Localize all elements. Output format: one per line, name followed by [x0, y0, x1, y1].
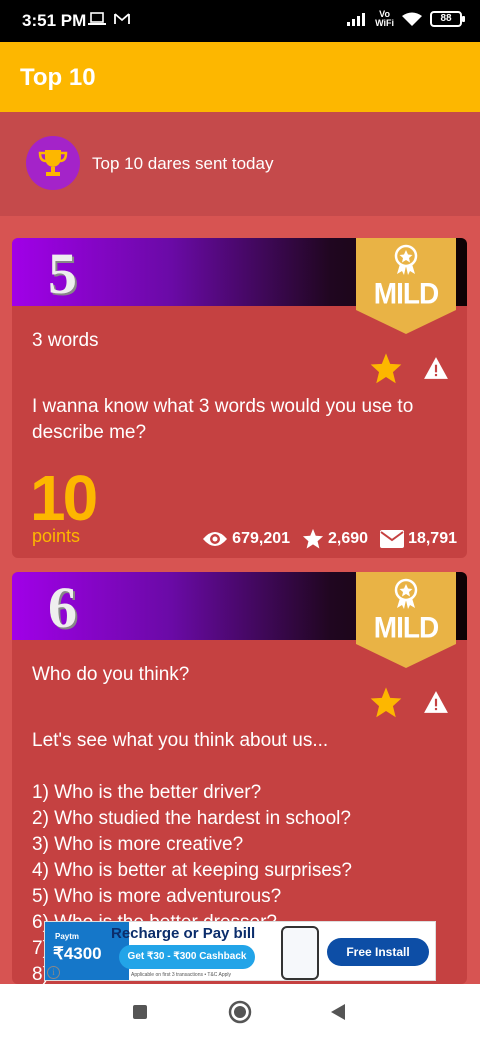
- ad-banner[interactable]: Paytm ₹4300 Recharge or Pay bill Get ₹30…: [44, 921, 436, 981]
- laptop-icon: [88, 12, 106, 25]
- level-label: MILD: [373, 277, 439, 310]
- ad-brand: Paytm: [55, 932, 80, 941]
- dare-card[interactable]: 5 MILD 3 words I wanna know what 3 words…: [12, 238, 467, 558]
- trophy-icon: [38, 150, 68, 176]
- views-count: 679,201: [232, 529, 291, 547]
- banner-text: Top 10 dares sent today: [92, 154, 274, 173]
- stars-count: 2,690: [328, 529, 369, 547]
- app-bar: Top 10: [0, 42, 480, 112]
- mail-icon: [380, 529, 405, 548]
- stars-stat: 2,690: [302, 528, 368, 549]
- level-label: MILD: [373, 611, 439, 644]
- status-time: 3:51 PM: [22, 11, 87, 30]
- gmail-icon: [114, 13, 130, 24]
- points-label: points: [32, 526, 81, 546]
- signal-icon: [347, 13, 366, 26]
- points-value: 10: [30, 462, 98, 534]
- eye-icon: [203, 531, 228, 546]
- system-nav-bar: [0, 984, 480, 1040]
- messages-stat: 18,791: [380, 529, 457, 548]
- wifi-icon: [402, 12, 422, 26]
- star-favorite-icon[interactable]: [369, 352, 403, 384]
- dare-stats: 679,201 2,690 18,791: [202, 528, 457, 549]
- messages-count: 18,791: [408, 529, 457, 547]
- ad-info-icon[interactable]: i: [47, 966, 60, 979]
- dare-body: I wanna know what 3 words would you use …: [32, 396, 419, 443]
- volte-indicator: Vo WiFi: [375, 9, 394, 28]
- ad-cashback: Get ₹30 - ₹300 Cashback: [119, 945, 255, 969]
- rank-number: 6: [48, 575, 77, 640]
- views-stat: 679,201: [202, 530, 290, 548]
- status-bar: 3:51 PM Vo WiFi 88: [0, 0, 480, 42]
- back-icon[interactable]: [330, 1003, 346, 1021]
- rank-number: 5: [48, 241, 77, 306]
- dare-title: Who do you think?: [32, 664, 190, 685]
- recents-icon[interactable]: [132, 1004, 148, 1020]
- star-favorite-icon[interactable]: [369, 686, 403, 718]
- ad-title: Recharge or Pay bill: [111, 925, 256, 942]
- trophy-badge: [26, 136, 80, 190]
- report-warning-icon[interactable]: [423, 690, 449, 714]
- ad-terms: Applicable on first 3 transactions • T&C…: [131, 972, 232, 978]
- top10-banner: Top 10 dares sent today: [0, 112, 480, 216]
- ad-phone-graphic: [281, 926, 319, 980]
- page-title: Top 10: [20, 64, 96, 91]
- report-warning-icon[interactable]: [423, 356, 449, 380]
- free-install-button[interactable]: Free Install: [327, 938, 429, 966]
- level-badge: MILD: [356, 572, 456, 668]
- battery-indicator: 88: [430, 11, 465, 27]
- level-badge: MILD: [356, 238, 456, 334]
- dare-title: 3 words: [32, 330, 99, 351]
- ad-amount: ₹4300: [53, 944, 102, 963]
- star-icon: [302, 528, 324, 549]
- home-icon[interactable]: [228, 1000, 252, 1024]
